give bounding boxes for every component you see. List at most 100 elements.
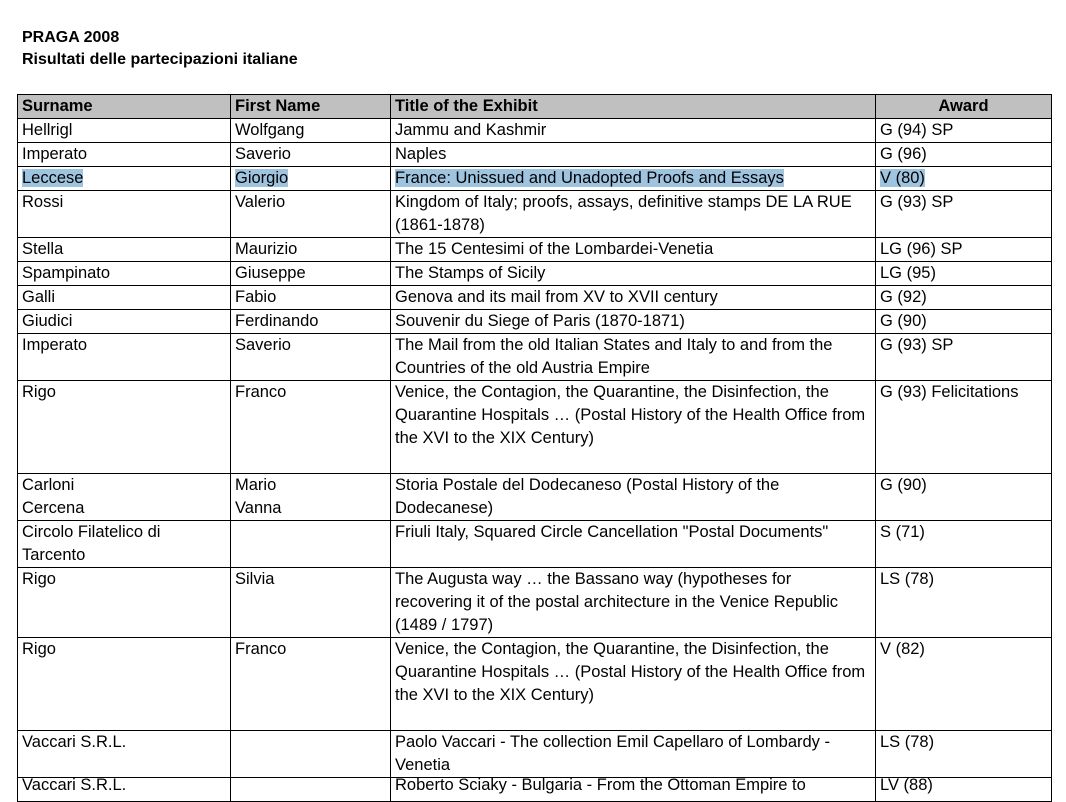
cell-surname: Spampinato bbox=[17, 261, 231, 286]
cell-award: G (96) bbox=[875, 142, 1052, 167]
cell-first-name bbox=[230, 730, 391, 778]
table-row: Hellrigl Wolfgang Jammu and Kashmir G (94) … bbox=[17, 118, 1052, 143]
table-row: Rigo Franco Venice, the Contagion, the Qua… bbox=[17, 380, 1052, 474]
cell-first-name bbox=[230, 520, 391, 568]
cell-award-text: G (96) bbox=[880, 145, 927, 163]
cell-surname-text: Stella bbox=[22, 240, 64, 258]
cell-first-name-text: Giuseppe bbox=[235, 264, 306, 282]
cell-title: France: Unissued and Unadopted Proofs an… bbox=[390, 166, 876, 191]
cell-surname-text: Hellrigl bbox=[22, 121, 73, 139]
cell-title-text: The Stamps of Sicily bbox=[395, 264, 546, 282]
cell-surname: Hellrigl bbox=[17, 118, 231, 143]
cell-first-name: Wolfgang bbox=[230, 118, 391, 143]
cell-award: V (82) bbox=[875, 637, 1052, 731]
cell-surname: Rigo bbox=[17, 637, 231, 731]
table-row: Stella Maurizio The 15 Centesimi of the Lo… bbox=[17, 237, 1052, 262]
cell-first-name: Silvia bbox=[230, 567, 391, 638]
table-body: Hellrigl Wolfgang Jammu and Kashmir G (94) … bbox=[17, 118, 1052, 802]
cell-title: Roberto Sciaky - Bulgaria - From the Ott… bbox=[390, 777, 876, 802]
cell-first-name: Saverio bbox=[230, 333, 391, 381]
cell-title: Jammu and Kashmir bbox=[390, 118, 876, 143]
cell-award: LS (78) bbox=[875, 567, 1052, 638]
cell-surname: Vaccari S.R.L. bbox=[17, 777, 231, 802]
cell-title-text: Venice, the Contagion, the Quarantine, t… bbox=[395, 383, 866, 447]
document-header: PRAGA 2008 Risultati delle partecipazion… bbox=[22, 27, 298, 71]
cell-surname: Galli bbox=[17, 285, 231, 310]
cell-surname-text: Rigo bbox=[22, 383, 56, 401]
cell-surname-text: Giudici bbox=[22, 312, 73, 330]
cell-surname: Vaccari S.R.L. bbox=[17, 730, 231, 778]
cell-surname: Giudici bbox=[17, 309, 231, 334]
cell-title-text: Jammu and Kashmir bbox=[395, 121, 547, 139]
cell-surname-text: Carloni Cercena bbox=[22, 476, 85, 517]
cell-award-text: V (82) bbox=[880, 640, 925, 658]
cell-first-name: Fabio bbox=[230, 285, 391, 310]
cell-surname: Rigo bbox=[17, 567, 231, 638]
results-table: Surname First Name Title of the Exhibit … bbox=[17, 94, 1052, 802]
table-header: Surname First Name Title of the Exhibit … bbox=[17, 94, 1052, 119]
table-row: Imperato Saverio The Mail from the old Ita… bbox=[17, 333, 1052, 381]
cell-award-text: G (93) SP bbox=[880, 336, 954, 354]
cell-first-name: Mario Vanna bbox=[230, 473, 391, 521]
cell-title: Friuli Italy, Squared Circle Cancellatio… bbox=[390, 520, 876, 568]
cell-award: G (94) SP bbox=[875, 118, 1052, 143]
cell-first-name: Giuseppe bbox=[230, 261, 391, 286]
cell-award-text: G (90) bbox=[880, 312, 927, 330]
cell-title: The Augusta way … the Bassano way (hypot… bbox=[390, 567, 876, 638]
column-header-first-name: First Name bbox=[230, 94, 391, 119]
cell-title: Naples bbox=[390, 142, 876, 167]
cell-award: G (92) bbox=[875, 285, 1052, 310]
cell-first-name bbox=[230, 777, 391, 802]
cell-award: G (90) bbox=[875, 309, 1052, 334]
cell-first-name-text: Silvia bbox=[235, 570, 275, 588]
cell-first-name-text: Giorgio bbox=[235, 169, 289, 187]
cell-award: LV (88) bbox=[875, 777, 1052, 802]
cell-title-text: The Mail from the old Italian States and… bbox=[395, 336, 833, 377]
cell-title: The Mail from the old Italian States and… bbox=[390, 333, 876, 381]
cell-surname-text: Spampinato bbox=[22, 264, 111, 282]
cell-first-name-text: Wolfgang bbox=[235, 121, 305, 139]
cell-first-name-text: Maurizio bbox=[235, 240, 298, 258]
cell-title: The Stamps of Sicily bbox=[390, 261, 876, 286]
cell-title-text: The Augusta way … the Bassano way (hypot… bbox=[395, 570, 839, 634]
table-row: Leccese Giorgio France: Unissued and Unado… bbox=[17, 166, 1052, 191]
table-row: Carloni Cercena Mario Vanna Storia Postale… bbox=[17, 473, 1052, 521]
cell-first-name: Giorgio bbox=[230, 166, 391, 191]
cell-first-name: Franco bbox=[230, 380, 391, 474]
cell-title: Storia Postale del Dodecaneso (Postal Hi… bbox=[390, 473, 876, 521]
table-row: Rigo Silvia The Augusta way … the Bassano … bbox=[17, 567, 1052, 638]
table-row: Giudici Ferdinando Souvenir du Siege of Pa… bbox=[17, 309, 1052, 334]
column-header-surname: Surname bbox=[17, 94, 231, 119]
cell-first-name: Ferdinando bbox=[230, 309, 391, 334]
table-row: Vaccari S.R.L. Paolo Vaccari - The collec… bbox=[17, 730, 1052, 778]
cell-first-name: Valerio bbox=[230, 190, 391, 238]
cell-award: G (90) bbox=[875, 473, 1052, 521]
cell-surname: Carloni Cercena bbox=[17, 473, 231, 521]
cell-award: S (71) bbox=[875, 520, 1052, 568]
cell-surname: Rossi bbox=[17, 190, 231, 238]
cell-title: Venice, the Contagion, the Quarantine, t… bbox=[390, 637, 876, 731]
cell-title-text: Paolo Vaccari - The collection Emil Cape… bbox=[395, 733, 831, 774]
cell-surname-text: Imperato bbox=[22, 145, 88, 163]
cell-first-name-text: Saverio bbox=[235, 336, 291, 354]
cell-award-text: G (93) Felicitations bbox=[880, 383, 1019, 401]
cell-first-name-text: Franco bbox=[235, 383, 287, 401]
cell-surname-text: Galli bbox=[22, 288, 56, 306]
cell-award-text: G (93) SP bbox=[880, 193, 954, 211]
cell-award: LG (95) bbox=[875, 261, 1052, 286]
cell-title: Paolo Vaccari - The collection Emil Cape… bbox=[390, 730, 876, 778]
cell-award: LS (78) bbox=[875, 730, 1052, 778]
cell-award-text: G (90) bbox=[880, 476, 927, 494]
cell-first-name-text: Valerio bbox=[235, 193, 286, 211]
table-row: Rossi Valerio Kingdom of Italy; proofs, as… bbox=[17, 190, 1052, 238]
table-row: Galli Fabio Genova and its mail from XV to… bbox=[17, 285, 1052, 310]
cell-first-name-text: Fabio bbox=[235, 288, 277, 306]
cell-first-name: Maurizio bbox=[230, 237, 391, 262]
cell-title: Genova and its mail from XV to XVII cent… bbox=[390, 285, 876, 310]
cell-award: G (93) SP bbox=[875, 333, 1052, 381]
cell-award: V (80) bbox=[875, 166, 1052, 191]
table-row: Rigo Franco Venice, the Contagion, the Qua… bbox=[17, 637, 1052, 731]
table-row: Circolo Filatelico di Tarcento Friuli Ita… bbox=[17, 520, 1052, 568]
cell-first-name-text: Saverio bbox=[235, 145, 291, 163]
cell-award-text: LS (78) bbox=[880, 570, 935, 588]
